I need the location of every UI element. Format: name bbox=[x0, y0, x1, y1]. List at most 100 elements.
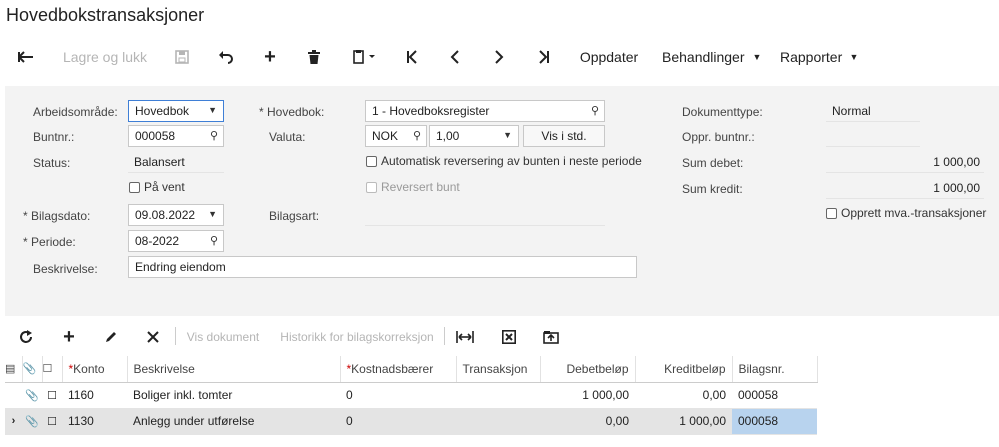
first-page-icon[interactable] bbox=[400, 44, 424, 70]
workspace-label: Arbeidsområde: bbox=[33, 105, 118, 119]
checkbox-box[interactable] bbox=[826, 207, 837, 219]
refresh-button[interactable]: Oppdater bbox=[576, 44, 642, 70]
doctype-label: Dokumenttype: bbox=[682, 105, 763, 119]
cell-account[interactable]: 1130 bbox=[62, 408, 127, 435]
ledger-value: 1 - Hovedboksregister bbox=[372, 104, 490, 118]
batch-number-field[interactable]: 000058 ⚲ bbox=[128, 125, 224, 147]
grid-header-row: ▤ 📎 ☐ *Konto Beskrivelse *Kostnadsbærer … bbox=[5, 356, 818, 383]
view-document-button[interactable]: Vis dokument bbox=[184, 325, 262, 349]
col-header-transaction[interactable]: Transaksjon bbox=[456, 356, 541, 383]
col-header-credit[interactable]: Kreditbeløp bbox=[635, 356, 733, 383]
reversed-batch-checkbox: Reversert bunt bbox=[366, 180, 460, 194]
previous-page-icon[interactable] bbox=[443, 44, 467, 70]
add-icon[interactable]: + bbox=[258, 44, 282, 70]
cell-credit[interactable]: 1 000,00 bbox=[635, 408, 732, 435]
cell-debit[interactable]: 0,00 bbox=[540, 408, 635, 435]
status-label: Status: bbox=[33, 156, 71, 170]
table-row[interactable]: 📎 ☐ 1160 Boliger inkl. tomter 0 1 000,00… bbox=[5, 382, 817, 409]
cell-debit[interactable]: 1 000,00 bbox=[540, 382, 635, 409]
cell-cost-carrier[interactable]: 0 bbox=[340, 408, 456, 435]
delete-icon[interactable] bbox=[302, 44, 326, 70]
col-header-voucher[interactable]: Bilagsnr. bbox=[732, 356, 818, 383]
add-row-icon[interactable]: + bbox=[57, 325, 81, 349]
search-icon[interactable]: ⚲ bbox=[210, 234, 218, 247]
sum-debit-value: 1 000,00 bbox=[826, 151, 984, 173]
note-icon[interactable]: ☐ bbox=[42, 382, 62, 409]
last-page-icon[interactable] bbox=[532, 44, 556, 70]
reports-chevron-down-icon: ▼ bbox=[849, 52, 859, 62]
cell-voucher[interactable]: 000058 bbox=[732, 382, 817, 409]
period-field[interactable]: 08-2022 ⚲ bbox=[128, 230, 224, 252]
currency-field[interactable]: NOK ⚲ bbox=[365, 125, 427, 147]
create-vat-label: Opprett mva.-transaksjoner bbox=[841, 206, 987, 220]
transactions-grid: ▤ 📎 ☐ *Konto Beskrivelse *Kostnadsbærer … bbox=[5, 356, 818, 435]
clipboard-dropdown-icon[interactable] bbox=[348, 44, 382, 70]
date-field[interactable]: 09.08.2022 ▼ bbox=[128, 204, 224, 226]
actions-menu[interactable]: Behandlinger bbox=[662, 44, 750, 70]
search-icon[interactable]: ⚲ bbox=[210, 129, 218, 142]
back-arrow-icon[interactable] bbox=[14, 44, 38, 70]
save-and-close-button[interactable]: Lagre og lukk bbox=[58, 44, 152, 70]
toolbar-divider bbox=[444, 327, 445, 345]
row-selector-arrow-icon[interactable]: › bbox=[5, 408, 22, 435]
note-icon[interactable]: ☐ bbox=[42, 408, 62, 435]
fit-columns-icon[interactable] bbox=[453, 325, 477, 349]
rate-value: 1,00 bbox=[436, 129, 460, 143]
cell-description[interactable]: Anlegg under utførelse bbox=[127, 408, 340, 435]
view-in-base-button[interactable]: Vis i std. bbox=[523, 125, 605, 147]
checkbox-box[interactable] bbox=[129, 181, 140, 193]
excel-export-icon[interactable] bbox=[497, 325, 521, 349]
description-field[interactable]: Endring eiendom bbox=[128, 256, 637, 278]
row-selector-header-icon[interactable]: ▤ bbox=[5, 356, 23, 383]
ledger-field[interactable]: 1 - Hovedboksregister ⚲ bbox=[365, 100, 605, 122]
search-icon[interactable]: ⚲ bbox=[591, 104, 599, 117]
checkbox-box bbox=[366, 181, 377, 193]
sum-credit-label: Sum kredit: bbox=[682, 182, 743, 196]
sum-credit-value: 1 000,00 bbox=[826, 177, 984, 199]
date-label: Bilagsdato: bbox=[23, 209, 90, 223]
search-icon[interactable]: ⚲ bbox=[413, 129, 421, 142]
attachment-header-icon: 📎 bbox=[22, 356, 43, 383]
cell-account[interactable]: 1160 bbox=[62, 382, 127, 409]
cell-transaction[interactable] bbox=[456, 382, 540, 409]
table-row[interactable]: › 📎 ☐ 1130 Anlegg under utførelse 0 0,00… bbox=[5, 408, 817, 435]
col-header-description[interactable]: Beskrivelse bbox=[127, 356, 341, 383]
cell-cost-carrier[interactable]: 0 bbox=[340, 382, 456, 409]
chevron-down-icon: ▼ bbox=[208, 209, 217, 219]
checkbox-box[interactable] bbox=[366, 155, 377, 167]
edit-pencil-icon[interactable] bbox=[99, 325, 123, 349]
page-title: Hovedbokstransaksjoner bbox=[6, 5, 205, 25]
col-header-cost-carrier[interactable]: *Kostnadsbærer bbox=[340, 356, 457, 383]
workspace-select[interactable]: Hovedbok ▼ bbox=[128, 100, 224, 122]
reports-menu[interactable]: Rapporter bbox=[780, 44, 848, 70]
close-icon[interactable] bbox=[141, 325, 165, 349]
auto-reverse-checkbox[interactable]: Automatisk reversering av bunten i neste… bbox=[366, 154, 642, 168]
attachment-icon[interactable]: 📎 bbox=[22, 408, 42, 435]
undo-icon[interactable] bbox=[214, 44, 238, 70]
row-selector[interactable] bbox=[5, 382, 22, 409]
rate-select[interactable]: 1,00 ▼ bbox=[429, 125, 519, 147]
create-vat-checkbox[interactable]: Opprett mva.-transaksjoner bbox=[826, 206, 986, 220]
chevron-down-icon: ▼ bbox=[208, 105, 217, 115]
on-hold-checkbox[interactable]: På vent bbox=[129, 180, 185, 194]
currency-label: Valuta: bbox=[269, 130, 306, 144]
toolbar-divider bbox=[175, 327, 176, 345]
voucher-type-field[interactable] bbox=[365, 204, 605, 226]
reversed-batch-label: Reversert bunt bbox=[381, 180, 460, 194]
next-page-icon[interactable] bbox=[487, 44, 511, 70]
auto-reverse-label: Automatisk reversering av bunten i neste… bbox=[381, 154, 642, 168]
period-value: 08-2022 bbox=[135, 234, 180, 248]
refresh-icon[interactable] bbox=[14, 325, 38, 349]
correction-history-button[interactable]: Historikk for bilagskorreksjon bbox=[280, 325, 434, 349]
col-header-label: Kostnadsbærer bbox=[351, 361, 434, 376]
col-header-account[interactable]: *Konto bbox=[62, 356, 128, 383]
save-icon[interactable] bbox=[170, 44, 194, 70]
status-value: Balansert bbox=[128, 151, 224, 173]
cell-transaction[interactable] bbox=[456, 408, 540, 435]
upload-icon[interactable] bbox=[539, 325, 563, 349]
col-header-debit[interactable]: Debetbeløp bbox=[540, 356, 636, 383]
cell-description[interactable]: Boliger inkl. tomter bbox=[127, 382, 340, 409]
cell-credit[interactable]: 0,00 bbox=[635, 382, 732, 409]
attachment-icon[interactable]: 📎 bbox=[22, 382, 42, 409]
cell-voucher[interactable]: 000058 bbox=[732, 408, 817, 435]
